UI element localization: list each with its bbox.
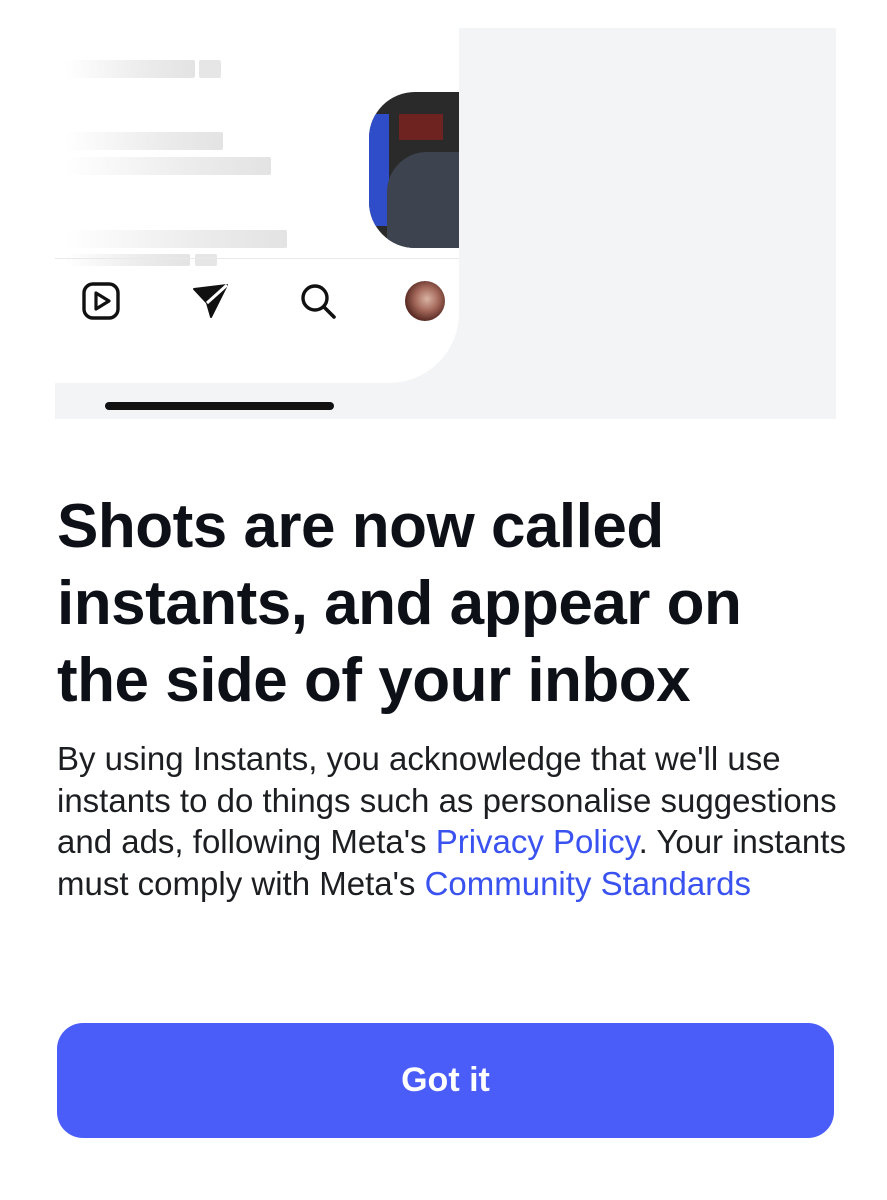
dialog-description: By using Instants, you acknowledge that … [57, 738, 857, 904]
placeholder-line [65, 60, 195, 78]
instant-preview-image [369, 92, 459, 248]
phone-preview [55, 28, 459, 383]
placeholder-line [65, 132, 223, 150]
community-standards-link[interactable]: Community Standards [425, 865, 751, 902]
placeholder-line [65, 157, 271, 175]
placeholder-line [199, 60, 221, 78]
placeholder-line [65, 230, 287, 248]
reels-icon [81, 281, 121, 321]
privacy-policy-link[interactable]: Privacy Policy [436, 823, 639, 860]
home-indicator [105, 402, 334, 410]
search-icon [298, 281, 338, 321]
send-icon [190, 281, 230, 321]
feature-illustration [55, 28, 836, 419]
dialog-title: Shots are now called instants, and appea… [57, 492, 742, 715]
got-it-button[interactable]: Got it [57, 1023, 834, 1138]
profile-tab [405, 281, 445, 321]
tab-bar [55, 258, 459, 321]
profile-avatar [405, 281, 445, 321]
